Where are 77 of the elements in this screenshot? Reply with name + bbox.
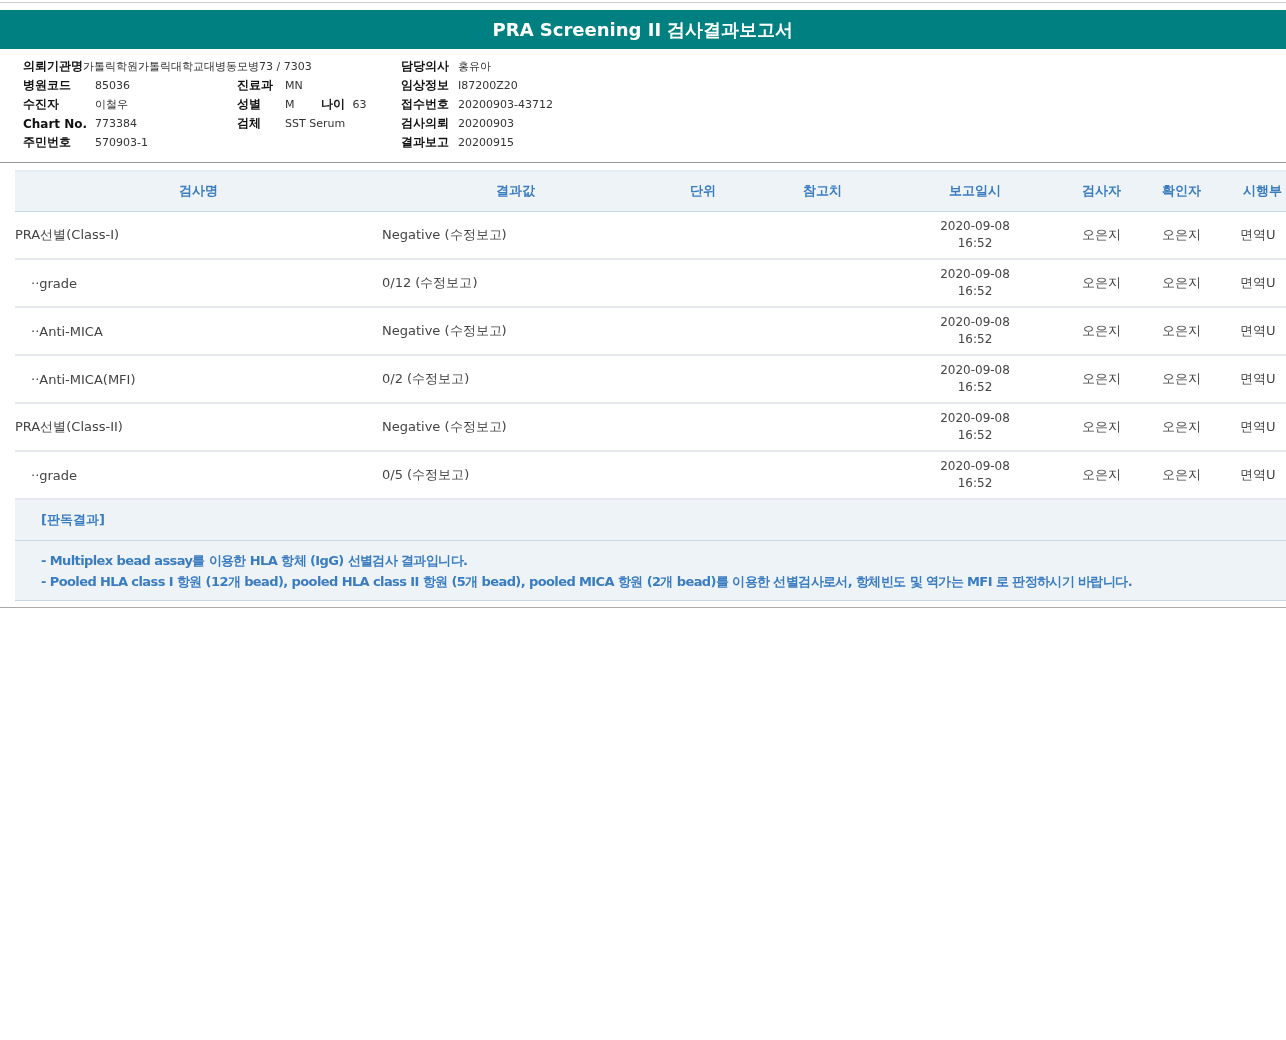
field-label: 나이 — [320, 96, 345, 113]
column-header: 검사자 — [1062, 171, 1140, 211]
tester-cell: 오은지 — [1062, 259, 1140, 307]
column-header: 단위 — [649, 171, 756, 211]
field-label: 임상정보 — [401, 77, 450, 94]
field-value: 이철우 — [95, 97, 128, 112]
report-title: PRA Screening II 검사결과보고서 — [492, 17, 794, 42]
result-cell: 0/12 (수정보고) — [382, 259, 649, 307]
field-label: 성별 — [237, 96, 262, 113]
field-value: M — [285, 98, 295, 111]
report-date: 2020-09-08 — [939, 362, 1011, 379]
field-label: 진료과 — [237, 77, 274, 94]
report-date: 2020-09-08 — [939, 410, 1011, 427]
result-cell: 0/2 (수정보고) — [382, 355, 649, 403]
confirmer-cell: 오은지 — [1140, 403, 1222, 451]
result-cell: Negative (수정보고) — [382, 403, 649, 451]
test-name-cell: PRA선별(Class-II) — [15, 403, 382, 451]
column-header: 확인자 — [1140, 171, 1222, 211]
report-time: 16:52 — [956, 379, 994, 396]
field-value: 20200903 — [458, 117, 514, 130]
field-value: MN — [285, 79, 303, 92]
interpretation-text: - Pooled HLA class I 항원 (12개 bead), pooled HLA class II 항원 (5개 bead), pooled MICA 항원 (2개 bead)를 이용한 선별검사로서, 항체빈도 및 역가는 MFI 로 판정하시기 바랍니다. — [41, 573, 1133, 591]
column-header: 보고일시 — [888, 171, 1062, 211]
test-name-cell: PRA선별(Class-I) — [15, 211, 382, 259]
department-cell: 면역U — [1222, 211, 1286, 259]
column-header: 시행부 — [1222, 171, 1286, 211]
field-value: SST Serum — [285, 117, 346, 130]
result-cell: Negative (수정보고) — [382, 211, 649, 259]
field-label: 담당의사 — [401, 58, 450, 75]
field-label: 접수번호 — [401, 96, 450, 113]
field-value: 20200903-43712 — [458, 98, 553, 111]
confirmer-cell: 오은지 — [1140, 307, 1222, 355]
column-header: 참고치 — [756, 171, 888, 211]
report-time: 16:52 — [956, 475, 994, 492]
field-value: 가톨릭학원가톨릭대학교대병동모병73 / 7303 — [83, 59, 312, 74]
report-date: 2020-09-08 — [939, 217, 1011, 235]
field-value: 63 — [352, 98, 367, 111]
field-label: 검체 — [237, 115, 262, 132]
field-label: 결과보고 — [401, 134, 450, 151]
column-header: 검사명 — [15, 171, 382, 211]
field-label: 검사의뢰 — [401, 115, 450, 132]
department-cell: 면역U — [1222, 403, 1286, 451]
confirmer-cell: 오은지 — [1140, 259, 1222, 307]
department-cell: 면역U — [1222, 307, 1286, 355]
field-value: 홍유아 — [458, 59, 491, 74]
interpretation-text: - Multiplex bead assay를 이용한 HLA 항체 (IgG) 선별검사 결과입니다. — [41, 552, 469, 570]
report-time: 16:52 — [956, 234, 994, 252]
test-name-cell: ··grade — [15, 259, 382, 307]
field-value: I87200Z20 — [458, 79, 518, 92]
field-label: 수진자 — [23, 96, 60, 113]
field-label: Chart No. — [23, 116, 89, 131]
field-label: 병원코드 — [23, 77, 72, 94]
report-date: 2020-09-08 — [939, 458, 1011, 475]
tester-cell: 오은지 — [1062, 403, 1140, 451]
tester-cell: 오은지 — [1062, 307, 1140, 355]
field-label: 주민번호 — [23, 134, 72, 151]
field-value: 570903-1 — [95, 136, 148, 149]
report-time: 16:52 — [956, 427, 994, 444]
result-cell: Negative (수정보고) — [382, 307, 649, 355]
department-cell: 면역U — [1222, 355, 1286, 403]
report-time: 16:52 — [956, 283, 994, 300]
report-date: 2020-09-08 — [939, 266, 1011, 283]
test-name-cell: ··Anti-MICA(MFI) — [15, 355, 382, 403]
report-date: 2020-09-08 — [939, 314, 1011, 331]
tester-cell: 오은지 — [1062, 211, 1140, 259]
field-value: 773384 — [95, 117, 137, 130]
field-value: 85036 — [95, 79, 130, 92]
section-heading: [판독결과] — [41, 511, 105, 529]
confirmer-cell: 오은지 — [1140, 355, 1222, 403]
confirmer-cell: 오은지 — [1140, 211, 1222, 259]
tester-cell: 오은지 — [1062, 355, 1140, 403]
report-time: 16:52 — [956, 331, 994, 348]
field-value: 20200915 — [458, 136, 514, 149]
column-header: 결과값 — [382, 171, 649, 211]
test-name-cell: ··Anti-MICA — [15, 307, 382, 355]
field-label: 의뢰기관명 — [23, 58, 83, 75]
department-cell: 면역U — [1222, 259, 1286, 307]
